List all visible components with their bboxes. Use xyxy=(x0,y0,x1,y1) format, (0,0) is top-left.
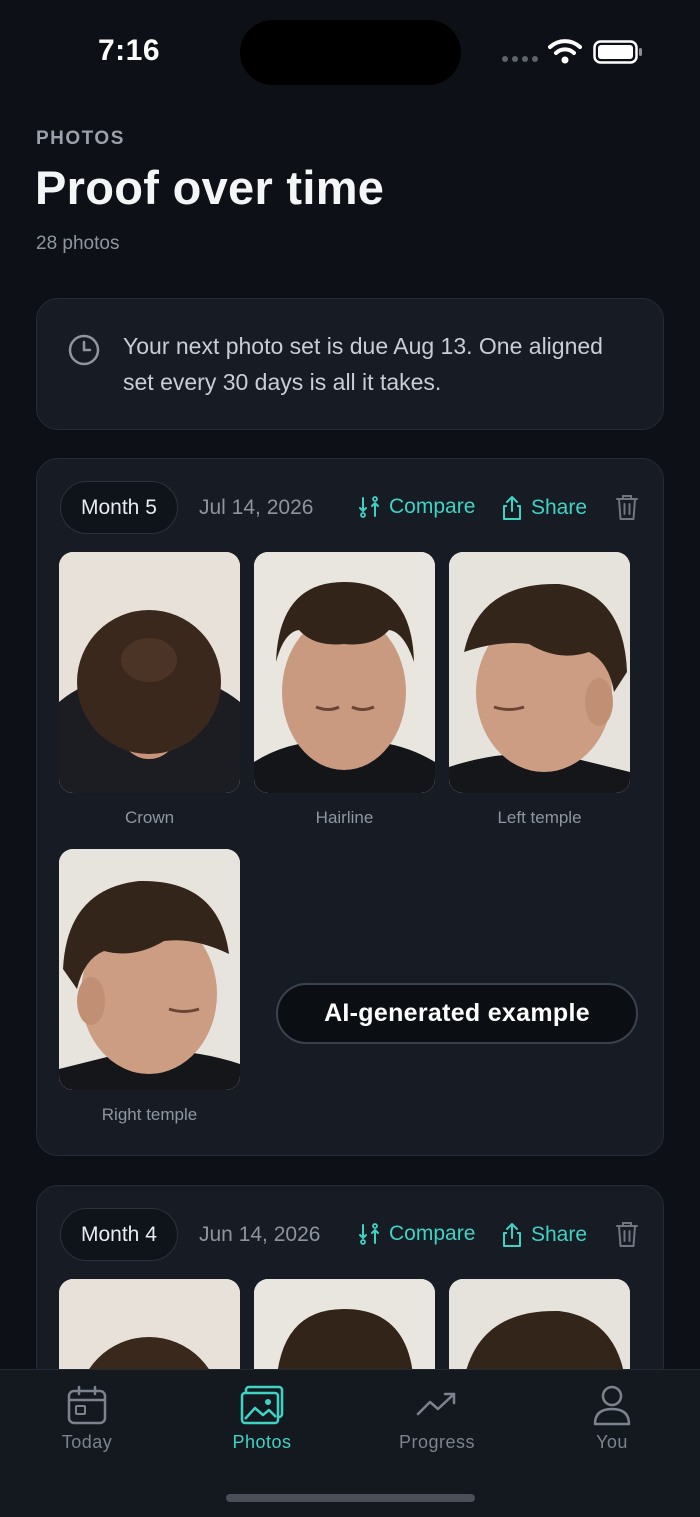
trash-icon[interactable] xyxy=(615,493,639,521)
status-bar: 7:16 xyxy=(0,0,700,100)
month-label: Month 4 xyxy=(60,1208,178,1261)
photos-icon xyxy=(240,1385,284,1425)
photo-caption: Left temple xyxy=(497,808,582,827)
ai-generated-badge: AI-generated example xyxy=(276,983,638,1044)
compare-icon xyxy=(359,496,379,518)
compare-button[interactable]: Compare xyxy=(357,1222,475,1246)
share-label: Share xyxy=(531,1223,588,1246)
share-button[interactable]: Share xyxy=(501,1222,587,1248)
tab-photos[interactable]: Photos xyxy=(202,1384,322,1453)
compare-label: Compare xyxy=(389,495,476,518)
home-indicator xyxy=(226,1494,475,1502)
month-date: Jun 14, 2026 xyxy=(199,1223,321,1246)
compare-button[interactable]: Compare xyxy=(357,495,475,519)
trend-icon xyxy=(416,1392,456,1416)
share-button[interactable]: Share xyxy=(501,495,587,521)
tab-label: You xyxy=(596,1432,628,1452)
wifi-icon xyxy=(548,39,582,64)
battery-icon xyxy=(593,40,642,64)
compare-label: Compare xyxy=(389,1222,476,1245)
photo-left-temple[interactable] xyxy=(449,552,630,793)
clock-icon xyxy=(68,334,100,366)
dynamic-island xyxy=(240,20,461,85)
month-date: Jul 14, 2026 xyxy=(199,496,314,519)
tab-you[interactable]: You xyxy=(552,1384,672,1453)
tab-progress[interactable]: Progress xyxy=(377,1384,497,1453)
tab-label: Photos xyxy=(232,1432,292,1452)
tab-label: Progress xyxy=(398,1432,476,1452)
photo-caption: Crown xyxy=(124,808,175,827)
tab-today[interactable]: Today xyxy=(27,1384,147,1453)
status-time: 7:16 xyxy=(98,34,161,67)
photo-right-temple[interactable] xyxy=(59,849,240,1090)
share-label: Share xyxy=(531,496,588,519)
photo-caption: Hairline xyxy=(315,808,374,827)
tab-bar: Today Photos Progress You xyxy=(0,1369,700,1517)
person-icon xyxy=(593,1385,631,1426)
photo-count: 28 photos xyxy=(36,233,120,254)
trash-icon[interactable] xyxy=(615,1220,639,1248)
page-title: Proof over time xyxy=(35,161,385,214)
photo-hairline[interactable] xyxy=(254,552,435,793)
month-label: Month 5 xyxy=(60,481,178,534)
month-card: Month 5 Jul 14, 2026 Compare Share Crown… xyxy=(36,458,664,1156)
share-icon xyxy=(503,496,521,520)
cellular-signal-icon xyxy=(502,56,538,62)
tab-label: Today xyxy=(61,1432,113,1452)
photo-crown[interactable] xyxy=(59,552,240,793)
section-eyebrow: PHOTOS xyxy=(36,128,125,149)
next-photo-reminder: Your next photo set is due Aug 13. One a… xyxy=(36,298,664,430)
calendar-icon xyxy=(67,1385,107,1425)
photo-caption: Right temple xyxy=(101,1105,198,1124)
share-icon xyxy=(503,1223,521,1247)
reminder-text: Your next photo set is due Aug 13. One a… xyxy=(123,333,603,395)
compare-icon xyxy=(359,1223,379,1245)
